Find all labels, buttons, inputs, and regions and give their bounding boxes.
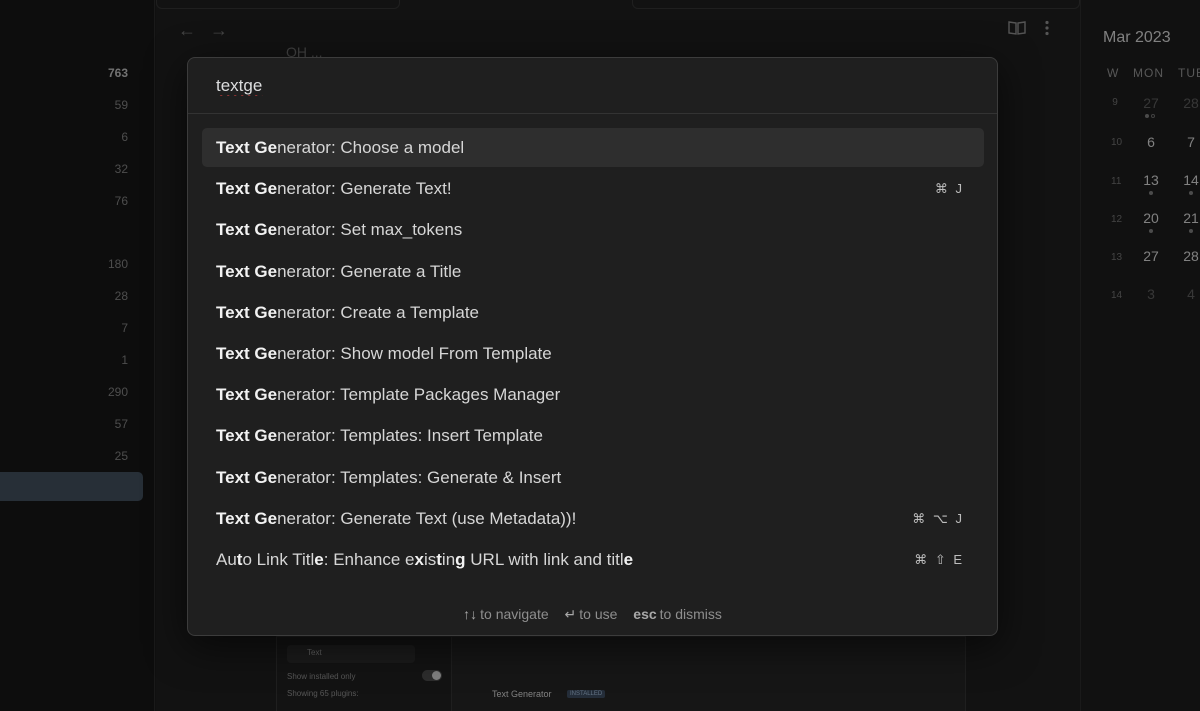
- dismiss-hint: esc to dismiss: [633, 606, 722, 622]
- enter-key-icon: ↵: [564, 606, 577, 622]
- command-item-label: nerator: Generate Text!: [277, 179, 452, 199]
- command-item[interactable]: Text Generator: Create a Template: [202, 293, 984, 332]
- command-item-label: nerator: Set max_tokens: [277, 220, 463, 240]
- command-match-text: Text Ge: [216, 179, 278, 199]
- command-hotkey: ⌘ ⇧ E: [914, 551, 964, 567]
- command-item[interactable]: Text Generator: Template Packages Manage…: [202, 375, 984, 414]
- command-item-label: nerator: Generate a Title: [277, 261, 462, 281]
- command-palette: Text Generator: Choose a model Text Gene…: [187, 57, 998, 636]
- command-item-label: nerator: Choose a model: [277, 138, 465, 157]
- command-item-label: nerator: Create a Template: [277, 302, 480, 322]
- command-item[interactable]: Text Generator: Templates: Insert Templa…: [202, 416, 984, 455]
- command-item-label: nerator: Show model From Template: [277, 343, 552, 363]
- command-item[interactable]: Text Generator: Generate Text (use Metad…: [202, 499, 984, 538]
- command-item-label: nerator: Generate Text (use Metadata))!: [277, 508, 577, 528]
- app-window: 763 59 6 32 76 180 28 7 1 290 57 25 ← → …: [0, 0, 1200, 711]
- command-hotkey: ⌘ ⌥ J: [912, 510, 964, 526]
- command-item[interactable]: Auto Link Title: Enhance existing URL wi…: [202, 540, 984, 579]
- command-match-text: Text Ge: [216, 220, 278, 240]
- command-match-text: Text Ge: [216, 138, 278, 157]
- navigate-hint: ↑↓ to navigate: [463, 606, 549, 622]
- arrows-updown-icon: ↑↓: [463, 606, 478, 622]
- command-match-text: Text Ge: [216, 508, 278, 528]
- command-item[interactable]: Text Generator: Choose a model: [202, 128, 984, 167]
- command-results-list: Text Generator: Choose a model Text Gene…: [202, 128, 984, 581]
- command-match-text: Text Ge: [216, 261, 278, 281]
- command-item[interactable]: Text Generator: Show model From Template: [202, 334, 984, 373]
- command-item[interactable]: Text Generator: Generate a Title: [202, 252, 984, 291]
- command-match-text: Text Ge: [216, 385, 278, 405]
- command-item-label: nerator: Templates: Insert Template: [277, 426, 543, 446]
- command-search-input[interactable]: [188, 58, 997, 114]
- command-item-label: nerator: Template Packages Manager: [277, 385, 561, 405]
- command-item[interactable]: Text Generator: Set max_tokens: [202, 210, 984, 249]
- command-match-text: Text Ge: [216, 343, 278, 363]
- palette-instructions: ↑↓ to navigate ↵ to use esc to dismiss: [188, 593, 997, 635]
- command-match-text: Text Ge: [216, 426, 278, 446]
- command-match-text: Text Ge: [216, 302, 278, 322]
- command-hotkey: ⌘ J: [934, 181, 964, 197]
- command-item-label: Auto Link Title: Enhance existing URL wi…: [216, 549, 634, 569]
- command-match-text: Text Ge: [216, 467, 278, 487]
- use-hint: ↵ to use: [564, 606, 618, 622]
- command-item[interactable]: Text Generator: Generate Text! ⌘ J: [202, 169, 984, 208]
- command-item[interactable]: Text Generator: Templates: Generate & In…: [202, 458, 984, 497]
- command-item-label: nerator: Templates: Generate & Insert: [277, 467, 562, 487]
